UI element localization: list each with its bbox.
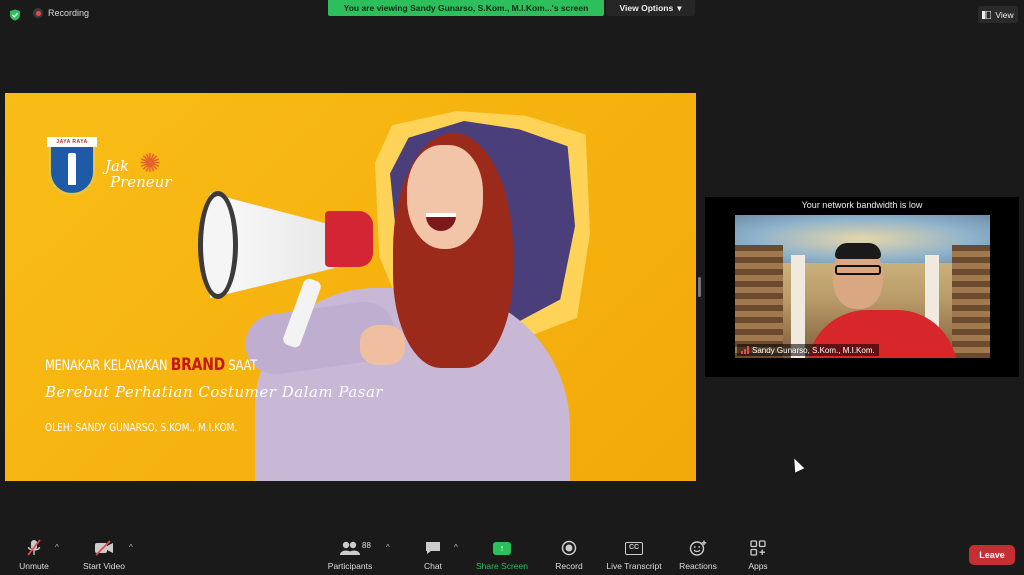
meeting-toolbar: Unmute ^ Start Video ^ Participants 88 ^…: [0, 535, 1024, 575]
slide-title: MENAKAR KELAYAKAN BRAND SAAT: [45, 355, 257, 375]
bookshelf-right: [952, 245, 990, 358]
live-transcript-label: Live Transcript: [606, 561, 662, 571]
sun-star-icon: ✺: [139, 148, 161, 178]
leave-button[interactable]: Leave: [969, 545, 1015, 565]
megaphone-body: [325, 211, 373, 267]
recording-label: Recording: [48, 8, 90, 18]
record-label: Record: [555, 561, 583, 571]
title-brand: BRAND: [170, 355, 225, 375]
woman-hand: [360, 325, 405, 365]
chat-button[interactable]: Chat: [418, 535, 448, 575]
unmute-button[interactable]: Unmute: [14, 535, 54, 575]
zoom-meeting-window: Recording You are viewing Sandy Gunarso,…: [0, 0, 1024, 575]
speaker-glasses: [835, 265, 881, 275]
title-prefix: MENAKAR KELAYAKAN: [45, 358, 168, 374]
share-arrow-icon: ↑: [493, 541, 511, 555]
apps-label: Apps: [748, 561, 768, 571]
panel-resize-handle[interactable]: [698, 277, 701, 297]
shared-screen-slide: JAYA RAYA Jak Preneur ✺ MENAKAR KELAYAKA…: [5, 93, 696, 481]
share-screen-label: Share Screen: [476, 561, 528, 571]
megaphone-icon: [198, 191, 238, 299]
mouse-cursor-icon: [789, 456, 805, 473]
cc-icon-wrap: CC: [625, 538, 643, 558]
participants-count: 88: [362, 541, 371, 550]
seal-ribbon-text: JAYA RAYA: [47, 137, 97, 147]
participants-options-caret[interactable]: ^: [386, 543, 390, 552]
signal-bars-icon: [741, 346, 749, 354]
shield-check-icon[interactable]: [9, 9, 21, 21]
speaker-hair: [835, 243, 881, 259]
live-transcript-button[interactable]: CC Live Transcript: [603, 535, 665, 575]
record-icon: [561, 538, 577, 558]
view-label: View: [995, 9, 1014, 20]
reactions-button[interactable]: Reactions: [677, 535, 719, 575]
speaker-video-panel[interactable]: Your network bandwidth is low Sandy Guna…: [705, 197, 1019, 377]
speaker-name-tag: Sandy Gunarso, S.Kom., M.I.Kom.: [737, 344, 879, 356]
slide-author: OLEH: SANDY GUNARSO, S.KOM., M.I.KOM.: [45, 421, 238, 434]
share-icon-wrap: ↑: [493, 538, 511, 558]
slide-subtitle: Berebut Perhatian Costumer Dalam Pasar: [45, 383, 384, 401]
apps-button[interactable]: Apps: [744, 535, 772, 575]
microphone-muted-icon: [26, 538, 42, 558]
bookshelf-left: [735, 245, 783, 358]
video-camera-off-icon: [94, 538, 114, 558]
video-options-caret[interactable]: ^: [129, 543, 133, 552]
reactions-label: Reactions: [679, 561, 717, 571]
participants-icon: [340, 538, 360, 558]
view-grid-icon: [982, 10, 992, 19]
monument-icon: [68, 153, 76, 185]
record-dot-icon: [33, 8, 43, 18]
view-options-button[interactable]: View Options ▾: [606, 0, 695, 16]
woman-face: [407, 145, 483, 249]
chevron-down-icon: ▾: [677, 2, 682, 13]
view-button[interactable]: View: [978, 6, 1018, 23]
record-button[interactable]: Record: [552, 535, 586, 575]
smiley-plus-icon: [689, 538, 707, 558]
recording-indicator[interactable]: Recording: [33, 8, 89, 18]
speaker-name: Sandy Gunarso, S.Kom., M.I.Kom.: [752, 345, 875, 355]
chat-options-caret[interactable]: ^: [454, 543, 458, 552]
view-options-label: View Options: [619, 3, 674, 13]
closed-caption-icon: CC: [625, 541, 643, 555]
apps-icon: [750, 538, 766, 558]
start-video-button[interactable]: Start Video: [80, 535, 128, 575]
speaker-video[interactable]: Sandy Gunarso, S.Kom., M.I.Kom.: [735, 215, 990, 358]
library-column: [791, 255, 805, 358]
title-suffix: SAAT: [228, 358, 258, 374]
chat-label: Chat: [424, 561, 442, 571]
unmute-label: Unmute: [19, 561, 49, 571]
chat-bubble-icon: [425, 538, 441, 558]
share-screen-button[interactable]: ↑ Share Screen: [474, 535, 530, 575]
participants-label: Participants: [327, 561, 373, 571]
start-video-label: Start Video: [83, 561, 125, 571]
viewing-screen-banner: You are viewing Sandy Gunarso, S.Kom., M…: [328, 0, 604, 16]
audio-options-caret[interactable]: ^: [55, 543, 59, 552]
bandwidth-warning: Your network bandwidth is low: [801, 200, 923, 210]
